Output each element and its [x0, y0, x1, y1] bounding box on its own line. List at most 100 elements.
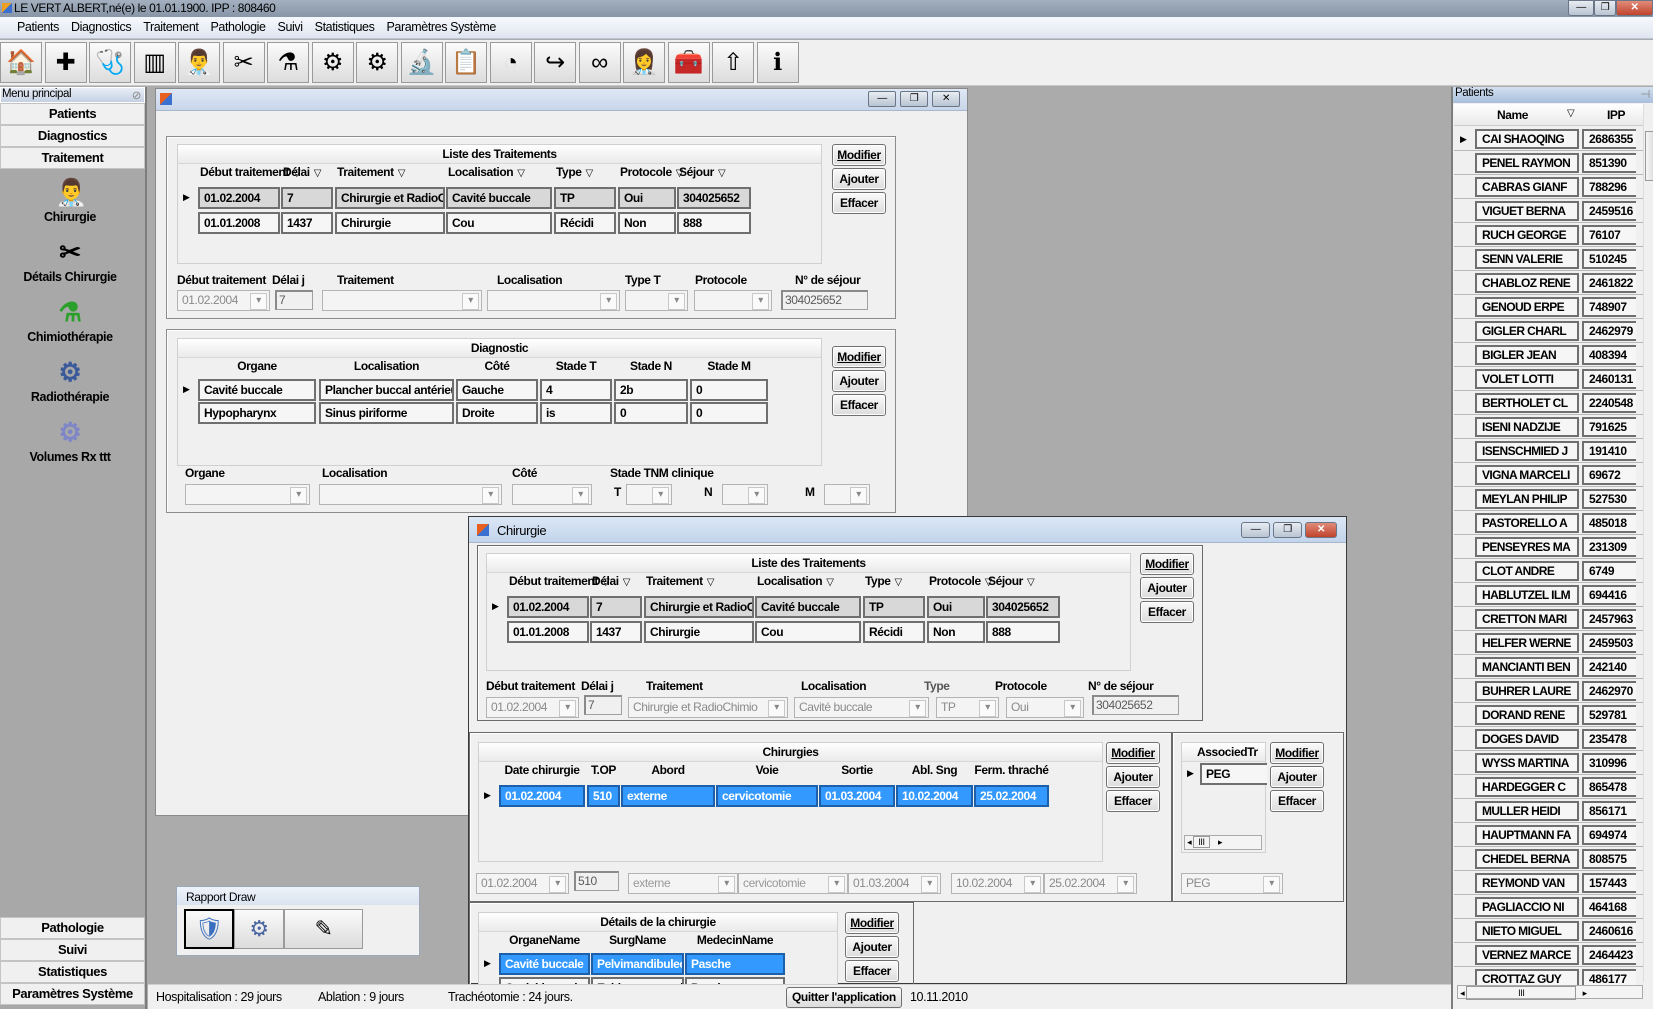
horizontal-scrollbar[interactable]: ◂ III ▸	[1184, 835, 1262, 850]
patient-ipp[interactable]: 2462979	[1582, 321, 1636, 341]
close-button[interactable]: ✕	[1305, 522, 1337, 538]
column-header[interactable]: Date chirurgie	[499, 763, 585, 777]
table-cell[interactable]: Cavité buccale	[499, 953, 590, 975]
close-button[interactable]: ✕	[1616, 0, 1653, 16]
patient-ipp[interactable]: 529781	[1582, 705, 1636, 725]
delete-button[interactable]: Effacer	[832, 192, 886, 214]
report-settings-icon[interactable]: ⚙	[234, 909, 284, 949]
patient-name[interactable]: PENEL RAYMON	[1475, 153, 1579, 173]
patient-row[interactable]: DORAND RENE 529781	[1454, 703, 1644, 727]
table-cell[interactable]: 01.02.2004	[499, 785, 585, 807]
organe-select[interactable]	[185, 484, 310, 505]
patient-name[interactable]: MEYLAN PHILIP	[1475, 489, 1579, 509]
patient-name[interactable]: BUHRER LAURE	[1475, 681, 1579, 701]
table-cell[interactable]: Pasche	[685, 953, 785, 975]
column-header[interactable]: OrganeName	[499, 933, 590, 947]
table-cell[interactable]: 888	[677, 212, 751, 234]
restore-button[interactable]: ❐	[900, 91, 928, 107]
patient-ipp[interactable]: 235478	[1582, 729, 1636, 749]
patient-ipp[interactable]: 527530	[1582, 489, 1636, 509]
modify-button[interactable]: Modifier	[832, 144, 886, 166]
ferm-thrache-select[interactable]: 25.02.2004	[1044, 873, 1137, 894]
doctor-button[interactable]: 👩‍⚕️	[623, 42, 665, 83]
add-button[interactable]: Ajouter	[832, 168, 886, 190]
binoculars-button[interactable]: ∞	[578, 42, 621, 83]
patient-ipp[interactable]: 851390	[1582, 153, 1636, 173]
surgeon-button[interactable]: 👨‍⚕️	[178, 42, 220, 83]
protocole-select[interactable]	[694, 290, 772, 311]
patient-row[interactable]: ISENSCHMIED J 191410	[1454, 439, 1644, 463]
column-header[interactable]: Traitement ▽	[337, 165, 405, 179]
menu-button-statistiques[interactable]: Statistiques	[0, 961, 145, 983]
patient-row[interactable]: MANCIANTI BEN 242140	[1454, 655, 1644, 679]
table-cell[interactable]: Gauche	[456, 379, 538, 401]
patient-row[interactable]: HELFER WERNE 2459503	[1454, 631, 1644, 655]
patient-ipp[interactable]: 694974	[1582, 825, 1636, 845]
column-header[interactable]: Traitement ▽	[646, 574, 714, 588]
patient-row[interactable]: HABLUTZEL ILM 694416	[1454, 583, 1644, 607]
patient-row[interactable]: CABRAS GIANF 788296	[1454, 175, 1644, 199]
patient-name[interactable]: CROTTAZ GUY	[1475, 969, 1579, 985]
xray-button[interactable]: ▥	[133, 42, 176, 83]
patient-row[interactable]: CROTTAZ GUY 486177	[1454, 967, 1644, 985]
patient-ipp[interactable]: 408394	[1582, 345, 1636, 365]
menu-diagnostics[interactable]: Diagnostics	[65, 17, 137, 34]
patient-row[interactable]: MULLER HEIDI 856171	[1454, 799, 1644, 823]
report-shield-icon[interactable]: 🛡	[184, 909, 234, 949]
patient-name[interactable]: RUCH GEORGE	[1475, 225, 1579, 245]
modify-button[interactable]: Modifier	[832, 346, 886, 368]
home-button[interactable]: 🏠	[0, 42, 42, 83]
patient-ipp[interactable]: 2457963	[1582, 609, 1636, 629]
patient-name[interactable]: HABLUTZEL ILM	[1475, 585, 1579, 605]
cote-select[interactable]	[512, 484, 592, 505]
traitement-select[interactable]: Chirurgie et RadioChimio	[628, 697, 788, 718]
patient-name[interactable]: HELFER WERNE	[1475, 633, 1579, 653]
patient-name[interactable]: ISENI NADZIJE	[1475, 417, 1579, 437]
type-select[interactable]: TP	[936, 697, 999, 718]
patient-ipp[interactable]: 791625	[1582, 417, 1636, 437]
patient-row[interactable]: WYSS MARTINA 310996	[1454, 751, 1644, 775]
surgical-tools-button[interactable]: ✂	[222, 42, 265, 83]
patient-row[interactable]: NIETO MIGUEL 2460616	[1454, 919, 1644, 943]
type-select[interactable]	[625, 290, 688, 311]
table-cell[interactable]: 25.02.2004	[974, 785, 1049, 807]
radiotherapy-button[interactable]: ⚙	[311, 42, 354, 83]
patient-ipp[interactable]: 76107	[1582, 225, 1636, 245]
menu-item-details-chirurgie[interactable]: ✂ Détails Chirurgie	[0, 237, 140, 284]
menu-item-volumes[interactable]: ⚙ Volumes Rx ttt	[0, 417, 140, 464]
patient-row[interactable]: HAUPTMANN FA 694974	[1454, 823, 1644, 847]
table-cell[interactable]: Droite	[456, 402, 538, 424]
column-header[interactable]: Côté	[456, 359, 538, 373]
table-cell[interactable]: Cou	[755, 621, 861, 643]
debut-select[interactable]: 01.02.2004	[177, 290, 270, 311]
column-header[interactable]: Protocole ▽	[929, 574, 992, 588]
table-cell[interactable]: 01.02.2004	[198, 187, 280, 209]
table-cell[interactable]: Cavité buccale	[755, 596, 861, 618]
minimize-button[interactable]: —	[868, 91, 896, 107]
column-header[interactable]: Type ▽	[865, 574, 902, 588]
patient-row[interactable]: MEYLAN PHILIP 527530	[1454, 487, 1644, 511]
menu-traitement[interactable]: Traitement	[137, 17, 204, 34]
patient-ipp[interactable]: 2462970	[1582, 681, 1636, 701]
table-cell[interactable]: 0	[690, 402, 768, 424]
table-cell[interactable]: Sinus piriforme	[319, 402, 454, 424]
abord-select[interactable]: externe	[628, 873, 738, 894]
patient-ipp[interactable]: 788296	[1582, 177, 1636, 197]
table-cell[interactable]: Chirurgie	[644, 621, 754, 643]
patient-row[interactable]: GIGLER CHARL 2462979	[1454, 319, 1644, 343]
patient-row[interactable]: REYMOND VAN 157443	[1454, 871, 1644, 895]
column-header[interactable]: Délai ▽	[592, 574, 630, 588]
table-cell[interactable]: Oui	[618, 187, 676, 209]
menu-pathologie[interactable]: Pathologie	[204, 17, 271, 34]
table-cell[interactable]: TP	[554, 187, 616, 209]
localisation-select[interactable]: Cavité buccale	[794, 697, 929, 718]
patient-name[interactable]: GIGLER CHARL	[1475, 321, 1579, 341]
patient-ipp[interactable]: 6749	[1582, 561, 1636, 581]
table-cell[interactable]: Cou	[446, 212, 552, 234]
upload-button[interactable]: ⇧	[712, 42, 754, 83]
column-header[interactable]: Abord	[621, 763, 715, 777]
debut-select[interactable]: 01.02.2004	[486, 697, 579, 718]
patient-name[interactable]: CLOT ANDRE	[1475, 561, 1579, 581]
patient-ipp[interactable]: 69672	[1582, 465, 1636, 485]
filter-icon[interactable]: ▽	[586, 168, 594, 179]
